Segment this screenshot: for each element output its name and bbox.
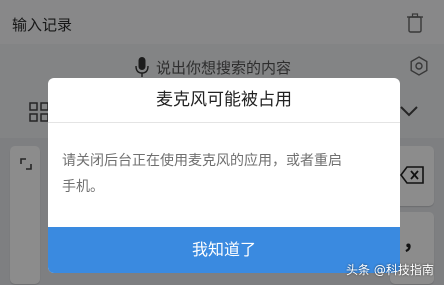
watermark: 头条 @科技指南: [346, 263, 434, 277]
dialog-message: 请关闭后台正在使用麦克风的应用，或者重启 手机。: [62, 148, 386, 200]
microphone-busy-dialog: 麦克风可能被占用 请关闭后台正在使用麦克风的应用，或者重启 手机。 我知道了: [48, 78, 400, 273]
dialog-message-line-1: 请关闭后台正在使用麦克风的应用，或者重启: [62, 153, 342, 169]
dialog-divider: [48, 122, 400, 123]
dialog-message-line-2: 手机。: [62, 179, 104, 195]
dialog-title: 麦克风可能被占用: [156, 90, 292, 110]
